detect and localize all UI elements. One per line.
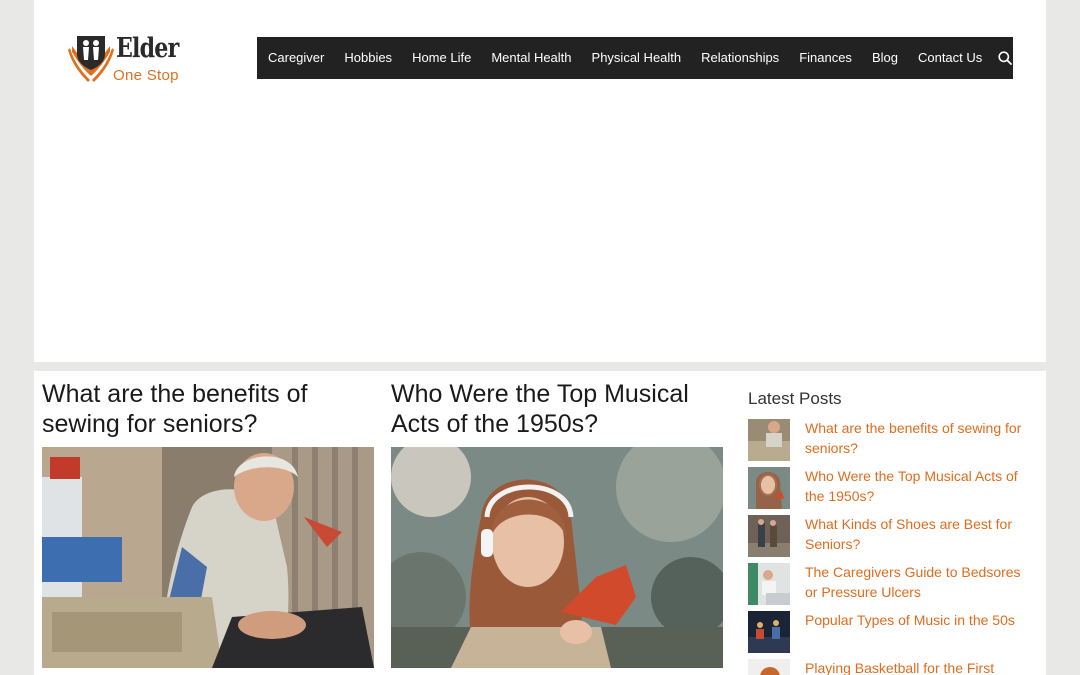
latest-post-item: What are the benefits of sewing for seni…	[748, 419, 1038, 467]
nav-item-physical-health[interactable]: Physical Health	[582, 37, 692, 79]
latest-post-link[interactable]: Popular Types of Music in the 50s	[805, 610, 1035, 630]
latest-post-link[interactable]: Playing Basketball for the First	[805, 658, 1035, 675]
sidebar-title: Latest Posts	[748, 389, 842, 408]
post-thumbnail[interactable]	[391, 447, 723, 668]
latest-post-link[interactable]: Who Were the Top Musical Acts of the 195…	[805, 466, 1035, 506]
latest-post-item: What Kinds of Shoes are Best for Seniors…	[748, 515, 1038, 563]
latest-post-thumbnail[interactable]	[748, 467, 790, 509]
latest-post-thumbnail[interactable]	[748, 515, 790, 557]
nav-item-caregiver[interactable]: Caregiver	[257, 37, 334, 79]
latest-thumb-image	[748, 419, 790, 461]
post-title[interactable]: What are the benefits of sewing for seni…	[42, 379, 374, 439]
latest-post-thumbnail[interactable]	[748, 611, 790, 653]
nav-item-blog[interactable]: Blog	[862, 37, 908, 79]
latest-post-item: The Caregivers Guide to Bedsores or Pres…	[748, 563, 1038, 611]
post-title[interactable]: Who Were the Top Musical Acts of the 195…	[391, 379, 723, 439]
latest-post-thumbnail[interactable]	[748, 659, 790, 675]
nav-item-hobbies[interactable]: Hobbies	[334, 37, 402, 79]
latest-thumb-image	[748, 659, 790, 675]
main-nav: Caregiver Hobbies Home Life Mental Healt…	[257, 37, 1013, 79]
site-logo[interactable]: Elder One Stop	[68, 32, 198, 84]
latest-post-item: Who Were the Top Musical Acts of the 195…	[748, 467, 1038, 515]
logo-wordmark: Elder	[116, 33, 179, 64]
woman-headphones-image	[391, 447, 723, 668]
latest-post-link[interactable]: The Caregivers Guide to Bedsores or Pres…	[805, 562, 1035, 602]
latest-post-item: Popular Types of Music in the 50s	[748, 611, 1038, 659]
logo-tagline: One Stop	[113, 67, 179, 84]
latest-post-thumbnail[interactable]	[748, 419, 790, 461]
post-card: What are the benefits of sewing for seni…	[42, 379, 374, 668]
latest-post-item: Playing Basketball for the First	[748, 659, 1038, 675]
search-icon	[998, 51, 1013, 65]
sewing-senior-image	[42, 447, 374, 668]
nav-item-home-life[interactable]: Home Life	[402, 37, 481, 79]
nav-item-relationships[interactable]: Relationships	[691, 37, 789, 79]
sidebar-latest-posts: Latest Posts What are the benefits of se…	[748, 389, 1038, 675]
search-button[interactable]	[998, 37, 1013, 79]
latest-thumb-image	[748, 515, 790, 557]
nav-item-mental-health[interactable]: Mental Health	[481, 37, 581, 79]
post-card: Who Were the Top Musical Acts of the 195…	[391, 379, 723, 668]
latest-thumb-image	[748, 563, 790, 605]
nav-item-finances[interactable]: Finances	[789, 37, 862, 79]
latest-thumb-image	[748, 611, 790, 653]
nav-item-contact-us[interactable]: Contact Us	[908, 37, 992, 79]
latest-post-link[interactable]: What are the benefits of sewing for seni…	[805, 418, 1035, 458]
post-thumbnail[interactable]	[42, 447, 374, 668]
latest-thumb-image	[748, 467, 790, 509]
latest-post-link[interactable]: What Kinds of Shoes are Best for Seniors…	[805, 514, 1035, 554]
logo-shield-icon	[68, 36, 114, 82]
content-area: What are the benefits of sewing for seni…	[34, 371, 1046, 675]
latest-post-thumbnail[interactable]	[748, 563, 790, 605]
